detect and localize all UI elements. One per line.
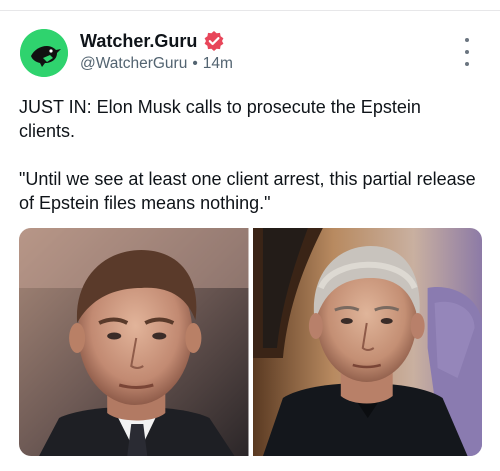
display-name[interactable]: Watcher.Guru (80, 31, 197, 52)
raven-logo-icon (20, 29, 68, 77)
meta-separator: • (192, 55, 198, 72)
post-body: JUST IN: Elon Musk calls to prosecute th… (19, 95, 481, 215)
photo-jeffrey-epstein (252, 228, 482, 456)
post-text-quote: "Until we see at least one client arrest… (19, 169, 476, 213)
post-text-headline: JUST IN: Elon Musk calls to prosecute th… (19, 97, 421, 141)
more-options-button[interactable] (455, 38, 479, 66)
timestamp[interactable]: 14m (203, 55, 233, 73)
more-vertical-icon (465, 38, 469, 42)
post-header: Watcher.Guru @WatcherGuru • 14m (80, 30, 233, 73)
handle[interactable]: @WatcherGuru (80, 55, 187, 73)
media-grid (19, 228, 482, 456)
photo-elon-musk (19, 228, 249, 456)
avatar[interactable] (20, 29, 68, 77)
media-image-right[interactable] (252, 228, 482, 456)
post-card[interactable]: Watcher.Guru @WatcherGuru • 14m JUST IN:… (0, 0, 500, 471)
media-image-left[interactable] (19, 228, 249, 456)
verified-badge-icon (203, 30, 225, 52)
